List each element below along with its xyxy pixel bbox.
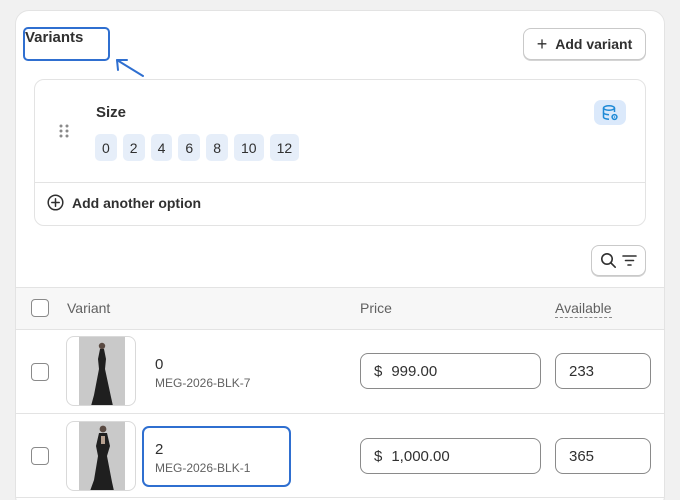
option-value-chip[interactable]: 12 [269,134,300,161]
title-highlight-box [23,27,110,61]
option-values: 0 2 4 6 8 10 12 [95,134,300,161]
option-name[interactable]: Size [96,104,126,121]
database-settings-icon [602,104,618,120]
option-value-chip[interactable]: 4 [150,134,173,161]
option-value-chip[interactable]: 0 [95,134,117,161]
row-divider [16,413,664,414]
variant-sku: MEG-2026-BLK-7 [155,376,251,390]
variant-name: 0 [155,356,164,373]
available-input[interactable]: 365 [555,438,651,474]
column-header-price: Price [360,300,392,316]
row-checkbox[interactable] [31,363,49,381]
select-all-checkbox[interactable] [31,299,49,317]
option-value-chip[interactable]: 8 [206,134,228,161]
dress-image [79,422,125,490]
add-variant-button[interactable]: + Add variant [523,28,646,60]
variant-thumbnail[interactable] [66,421,136,491]
available-value: 365 [569,447,595,465]
variant-thumbnail[interactable] [66,336,136,406]
plus-circle-icon [47,194,64,211]
currency-symbol: $ [374,362,383,380]
price-value: 999.00 [391,362,438,380]
column-header-available[interactable]: Available [555,300,612,318]
dress-image [79,337,125,405]
plus-icon: + [536,34,548,54]
option-value-chip[interactable]: 6 [178,134,201,161]
add-another-option-label: Add another option [72,194,202,211]
available-input[interactable]: 233 [555,353,651,389]
add-variant-label: Add variant [555,36,633,52]
column-header-variant: Variant [67,300,111,316]
filter-icon [621,255,637,266]
annotation-arrow-icon [116,59,144,77]
price-input[interactable]: $ 999.00 [360,353,541,389]
search-icon [600,253,616,268]
option-value-chip[interactable]: 2 [122,134,145,161]
metafield-link-button[interactable] [594,100,626,125]
add-another-option-button[interactable]: Add another option [47,194,201,211]
drag-handle-icon[interactable] [59,124,69,138]
currency-symbol: $ [374,447,383,465]
variant-highlight-box [142,426,291,487]
option-divider [35,182,645,183]
row-checkbox[interactable] [31,447,49,465]
option-value-chip[interactable]: 10 [233,134,264,161]
price-value: 1,000.00 [391,447,450,465]
price-input[interactable]: $ 1,000.00 [360,438,541,474]
available-value: 233 [569,362,595,380]
row-divider [16,497,664,498]
search-filter-button[interactable] [591,245,646,276]
